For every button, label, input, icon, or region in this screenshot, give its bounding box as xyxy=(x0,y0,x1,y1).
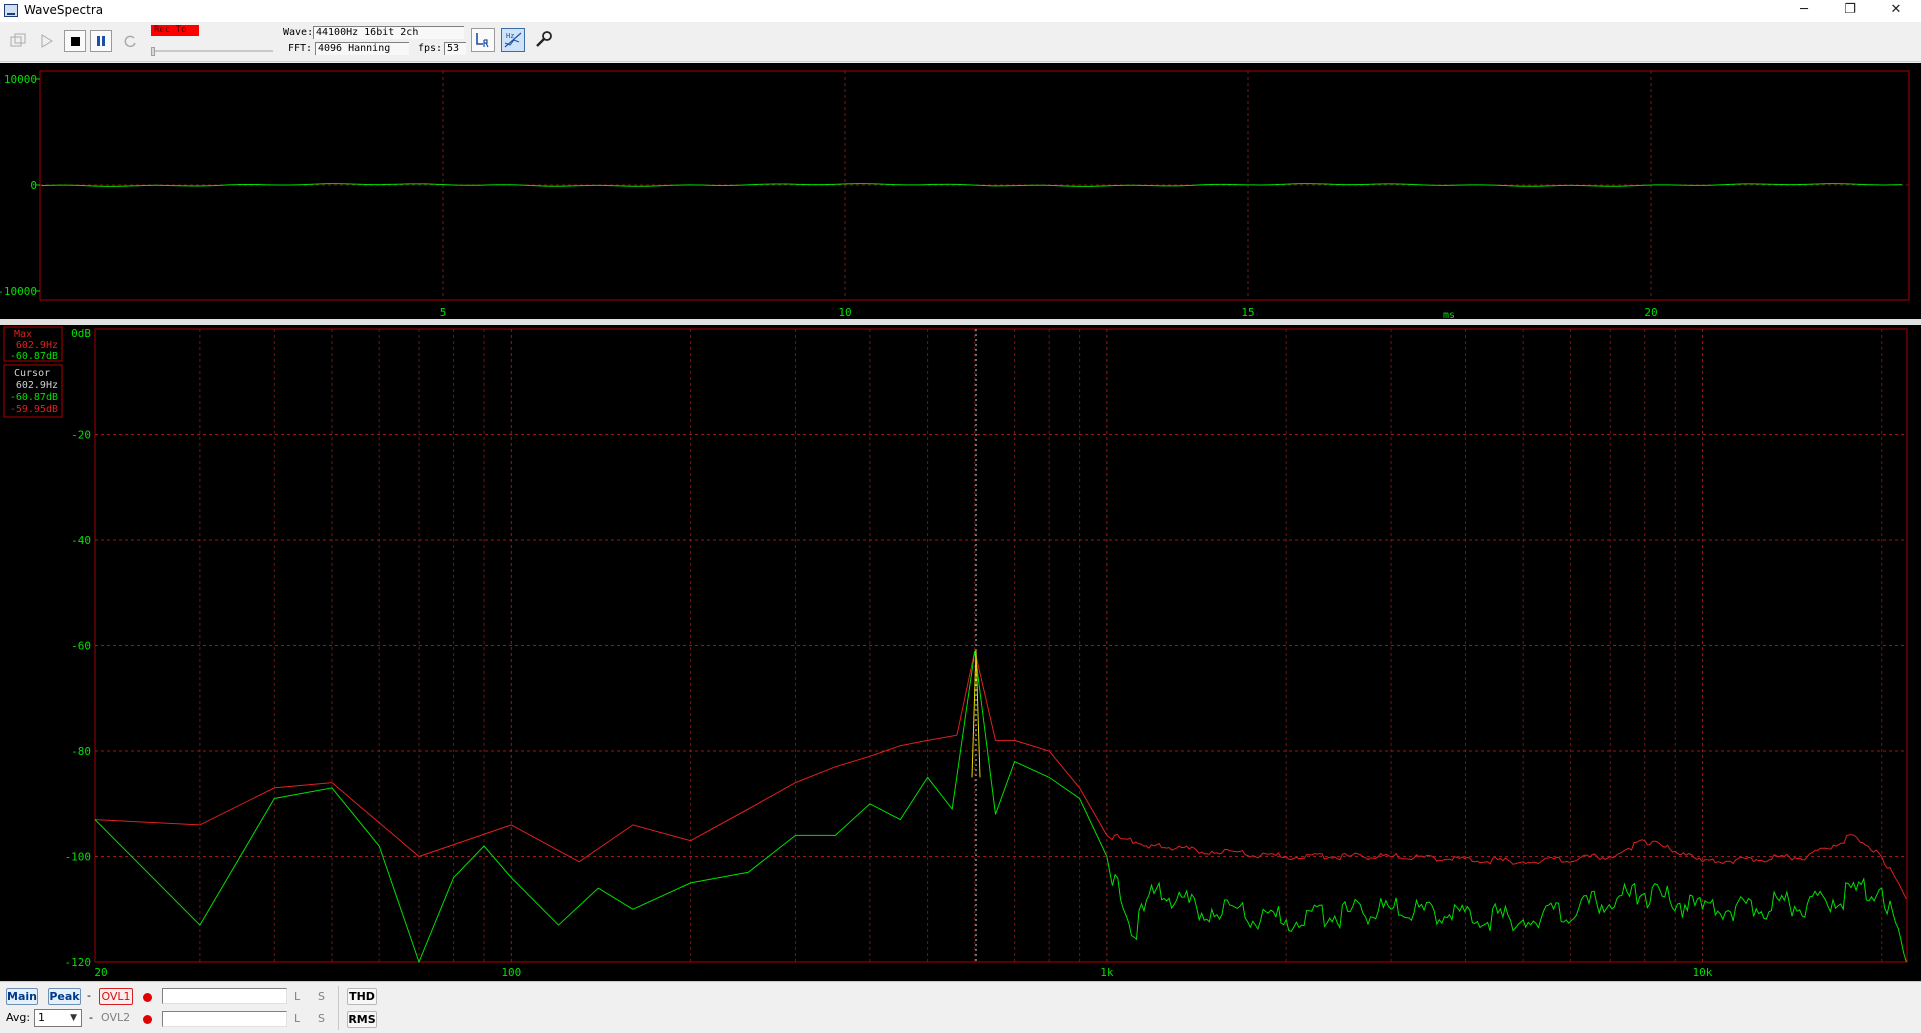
avg-value: 1 xyxy=(38,1011,45,1024)
spectrum-y-tick: -20 xyxy=(71,429,91,442)
separator xyxy=(338,986,339,1030)
max-readout-box: Max602.9Hz-60.87dB xyxy=(3,326,63,362)
settings-wrench-icon[interactable] xyxy=(532,28,556,52)
waveform-y-tick: 0 xyxy=(30,179,37,192)
title-bar: WaveSpectra ─ ❐ ✕ xyxy=(0,0,1921,22)
waveform-x-tick: 20 xyxy=(1644,306,1657,319)
pause-icon[interactable] xyxy=(90,30,112,52)
spectrum-y-tick: -40 xyxy=(71,534,91,547)
s-label-1: S xyxy=(318,990,325,1003)
spectrum-x-tick: 20 xyxy=(94,966,107,979)
cursor-level-r: -59.95dB xyxy=(10,404,58,415)
spectrum-y-tick: 0dB xyxy=(71,327,91,340)
waveform-x-tick: 10 xyxy=(838,306,851,319)
svg-text:Hz: Hz xyxy=(506,32,514,40)
waveform-trace xyxy=(41,183,1903,187)
hz-scale-icon[interactable]: Hz xyxy=(501,28,525,52)
l-label-1: L xyxy=(294,990,301,1003)
avg-label: Avg: xyxy=(6,1011,31,1024)
waveform-x-tick: 5 xyxy=(440,306,447,319)
monitor-icon[interactable] xyxy=(7,30,29,52)
stop-icon[interactable] xyxy=(64,30,86,52)
wave-label: Wave: xyxy=(283,27,314,38)
main-button[interactable]: Main xyxy=(6,988,38,1005)
waveform-x-tick: 15 xyxy=(1241,306,1254,319)
play-icon[interactable] xyxy=(36,30,58,52)
close-button[interactable]: ✕ xyxy=(1873,0,1919,22)
cursor-label: Cursor xyxy=(14,368,50,379)
spectrum-y-tick: -60 xyxy=(71,640,91,653)
spectrum-panel[interactable]: 0dB -20 -40 -60 -80 -100 -120 20 100 1k 10k Max 602.… xyxy=(0,325,1921,981)
fft-settings-field: 4096 Hanning xyxy=(315,42,409,55)
waveform-x-unit: ms xyxy=(1443,310,1455,319)
spectrum-x-tick: 100 xyxy=(501,966,521,979)
spectrum-y-tick: -100 xyxy=(65,851,92,864)
ovl1-led-icon xyxy=(143,993,152,1002)
waveform-panel[interactable]: 5 10 15 20 ms 10000 0 -10000 xyxy=(0,63,1921,321)
spectrum-l-channel-line xyxy=(94,650,1907,964)
spectrum-x-tick: 1k xyxy=(1100,966,1114,979)
thd-button[interactable]: THD xyxy=(347,988,377,1005)
level-meter-1 xyxy=(162,988,287,1004)
spectrum-y-tick: -120 xyxy=(65,956,92,969)
rms-button[interactable]: RMS xyxy=(347,1011,377,1028)
cursor-readout-box: Cursor602.9Hz-60.87dB-59.95dB xyxy=(3,364,63,418)
reload-icon[interactable] xyxy=(119,30,141,52)
rec-to-label[interactable]: Rec To xyxy=(151,25,199,36)
spectrum-chart[interactable]: 0dB-20-40-60-80-100-12020 100 1k 10kMax602.… xyxy=(0,325,1921,981)
chevron-down-icon: ▼ xyxy=(70,1013,77,1023)
ovl1-indicator[interactable]: OVL1 xyxy=(99,988,133,1005)
spectrum-x-tick: 10k xyxy=(1693,966,1713,979)
l-label-2: L xyxy=(294,1012,301,1025)
window-title: WaveSpectra xyxy=(24,3,104,17)
level-meter-2 xyxy=(162,1011,287,1027)
max-level: -60.87dB xyxy=(10,351,58,362)
fps-label: fps: xyxy=(418,43,443,54)
peak-button[interactable]: Peak xyxy=(48,988,81,1005)
minimize-button[interactable]: ─ xyxy=(1781,0,1827,22)
waveform-chart[interactable]: 5 10 15 20 ms 10000 0 -10000 xyxy=(0,63,1921,321)
waveform-y-tick: -10000 xyxy=(0,285,37,298)
status-bar: Main Peak - OVL1 L S THD Avg: 1 ▼ - OVL2… xyxy=(0,981,1921,1033)
cursor-level-l: -60.87dB xyxy=(10,392,58,403)
fft-label: FFT: xyxy=(288,43,313,54)
spectrum-y-tick: -80 xyxy=(71,745,91,758)
s-label-2: S xyxy=(318,1012,325,1025)
rec-slider-track[interactable] xyxy=(153,50,273,52)
restore-button[interactable]: ❐ xyxy=(1827,0,1873,22)
max-label: Max xyxy=(14,329,32,340)
ovl2-led-icon xyxy=(143,1015,152,1024)
rec-slider-handle[interactable] xyxy=(151,47,155,56)
ovl2-indicator: OVL2 xyxy=(101,1011,131,1024)
avg-select[interactable]: 1 ▼ xyxy=(34,1009,82,1027)
fps-field: 53 xyxy=(444,42,466,55)
cursor-frequency: 602.9Hz xyxy=(16,380,58,391)
dash-1: - xyxy=(87,989,91,1002)
spectrum-r-channel-line xyxy=(94,650,1907,899)
wave-format-field: 44100Hz 16bit 2ch xyxy=(313,26,464,39)
app-icon xyxy=(4,4,18,17)
lr-channel-icon[interactable] xyxy=(471,28,495,52)
max-frequency: 602.9Hz xyxy=(16,340,58,351)
dash-2: - xyxy=(89,1011,93,1024)
waveform-y-tick: 10000 xyxy=(4,73,37,86)
toolbar: Rec To Wave: 44100Hz 16bit 2ch FFT: 4096… xyxy=(0,22,1921,62)
